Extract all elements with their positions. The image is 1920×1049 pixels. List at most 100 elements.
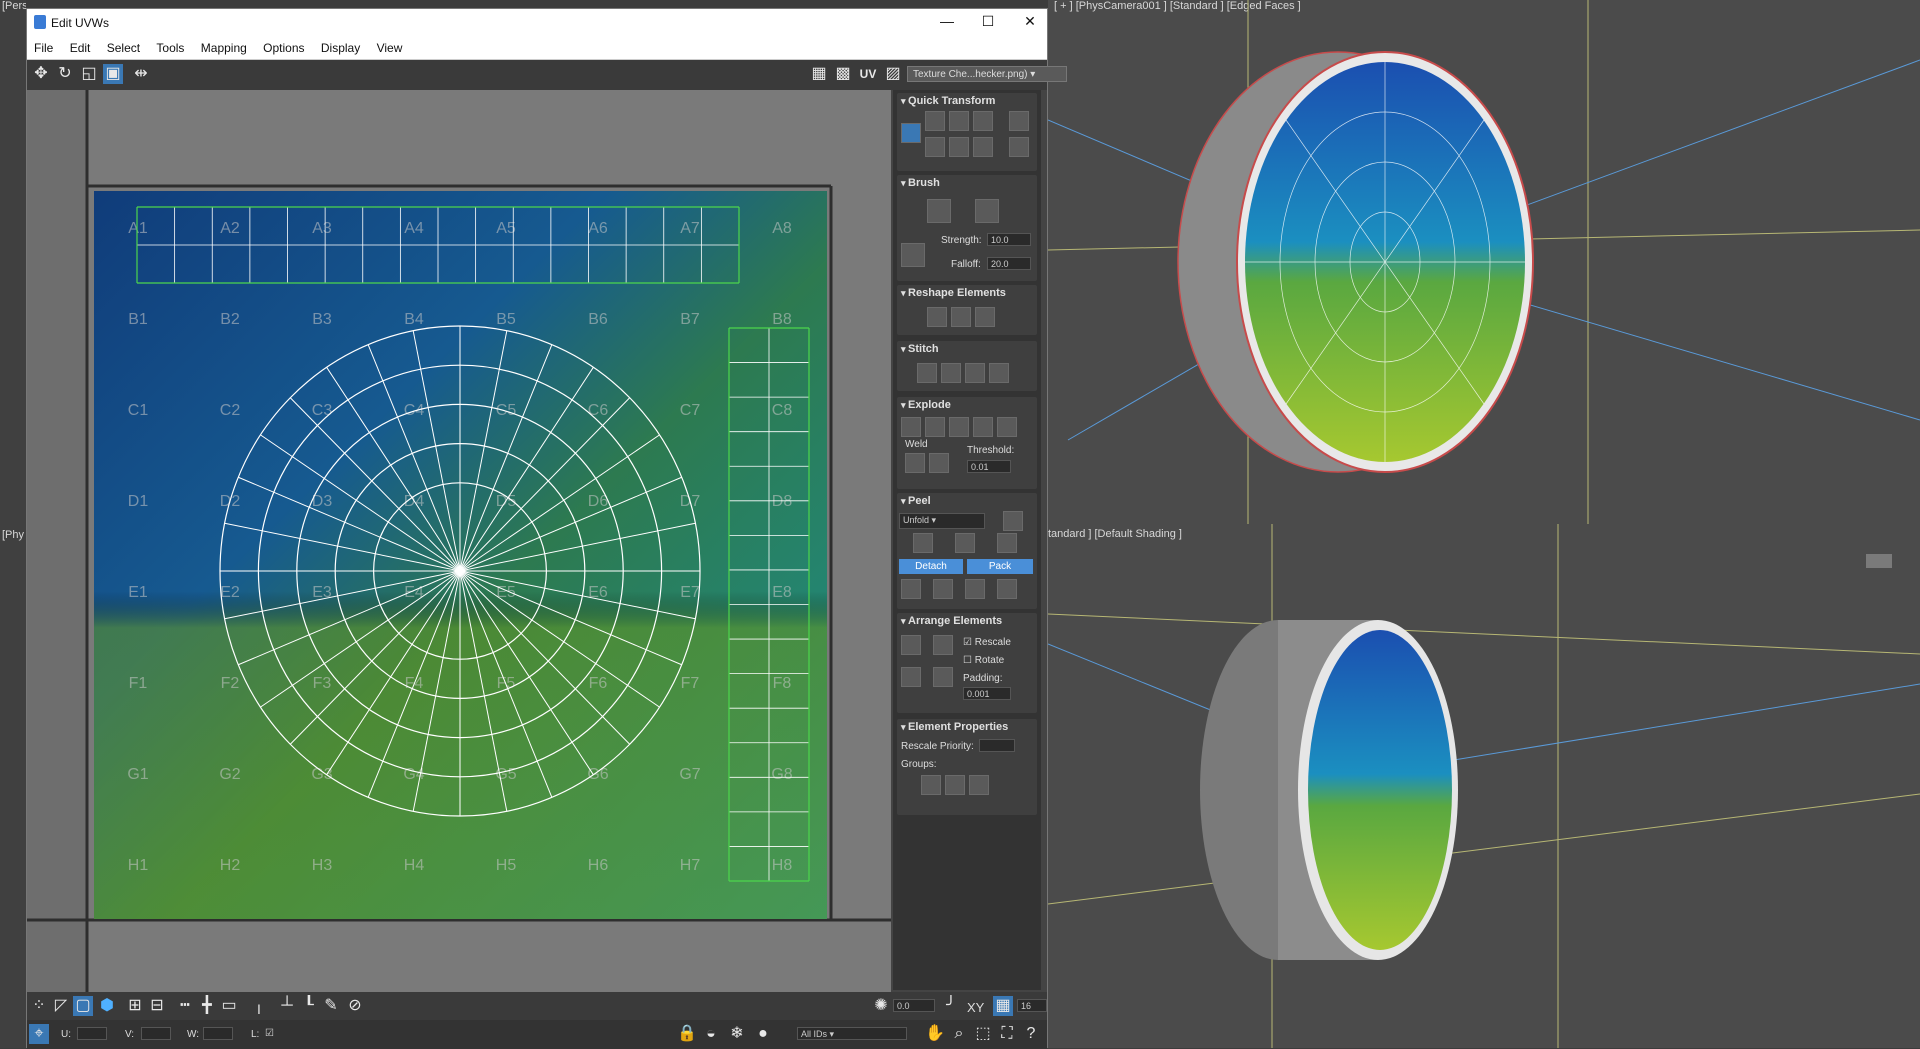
relax-brush-icon[interactable] xyxy=(975,199,999,223)
ids-dropdown[interactable]: All IDs ▾ xyxy=(797,1027,907,1040)
seam-loop-icon[interactable] xyxy=(965,579,985,599)
space-horizontal-icon[interactable] xyxy=(949,137,969,157)
seam-point-icon[interactable] xyxy=(901,579,921,599)
element-mode-icon[interactable]: ⬢ xyxy=(97,996,117,1016)
uv-canvas[interactable]: A1 A2 A3 A4 A5 A6 A7 A8 B1 B2 B3 B4 B5 B6 B7 B8 C1 C2 C3 C4… xyxy=(27,90,891,992)
brush-line-icon[interactable] xyxy=(901,243,925,267)
stitch-target-icon[interactable] xyxy=(941,363,961,383)
pack-normalize-icon[interactable] xyxy=(901,667,921,687)
pack-custom-icon[interactable] xyxy=(901,635,921,655)
strength-field[interactable]: 10.0 xyxy=(987,233,1031,246)
peel-mode-dropdown[interactable]: Unfold ▾ xyxy=(899,513,985,529)
weld-selected-icon[interactable] xyxy=(929,453,949,473)
rotate-checkbox[interactable]: ☐ Rotate xyxy=(963,655,1004,666)
space-vertical-icon[interactable] xyxy=(949,111,969,131)
scale-icon[interactable]: ◱ xyxy=(79,64,99,84)
ring-select-icon[interactable]: ╋ xyxy=(197,996,217,1016)
shrink-selection-icon[interactable]: ⊟ xyxy=(147,996,167,1016)
weld-target-icon[interactable] xyxy=(905,453,925,473)
help-icon[interactable]: ? xyxy=(1021,1024,1041,1044)
texture-dropdown[interactable]: Texture Che...hecker.png) ▾ xyxy=(907,66,1067,82)
rollout-title[interactable]: Brush xyxy=(901,177,940,189)
straighten-icon[interactable] xyxy=(927,307,947,327)
rollout-title[interactable]: Arrange Elements xyxy=(901,615,1002,627)
grid-size-field[interactable]: 16 xyxy=(1017,999,1047,1012)
flatten-by-polygon-icon[interactable] xyxy=(949,417,969,437)
title-bar[interactable]: Edit UVWs — ☐ ✕ xyxy=(27,9,1047,37)
pin-icon[interactable]: ╷ xyxy=(249,996,269,1016)
group-add-icon[interactable] xyxy=(921,775,941,795)
seam-edge-icon[interactable] xyxy=(933,579,953,599)
rescale-checkbox[interactable]: ☑ Rescale xyxy=(963,637,1011,648)
lock-icon[interactable]: 🔒 xyxy=(677,1024,697,1044)
uv-editor-grid[interactable]: A1 A2 A3 A4 A5 A6 A7 A8B1 B2 B3 B4 B5 B6 B7 B8C1 C2 C3 C4… xyxy=(27,90,891,992)
menu-view[interactable]: View xyxy=(370,37,409,55)
seam-paint-icon[interactable] xyxy=(997,579,1017,599)
menu-select[interactable]: Select xyxy=(100,37,146,55)
viewport-camera[interactable]: [ + ] [PhysCamera001 ] [Standard ] [Edge… xyxy=(1048,0,1920,524)
v-field[interactable] xyxy=(141,1027,171,1040)
viewport-bottom[interactable]: tandard ] [Default Shading ] xyxy=(1048,524,1920,1048)
texture-icon[interactable]: ▨ xyxy=(883,64,903,84)
falloff-curve-icon[interactable]: ╯ xyxy=(941,996,961,1016)
rollout-title[interactable]: Explode xyxy=(901,399,951,411)
paint-brush-icon[interactable] xyxy=(927,199,951,223)
peel-options-icon[interactable] xyxy=(1003,511,1023,531)
zoom-icon[interactable]: ⌕ xyxy=(949,1024,969,1044)
menu-display[interactable]: Display xyxy=(314,37,366,55)
rollout-title[interactable]: Element Properties xyxy=(901,721,1008,733)
quick-peel-icon[interactable] xyxy=(913,533,933,553)
hide-icon[interactable]: ◒ xyxy=(701,1024,721,1044)
paint-select-icon[interactable]: ✎ xyxy=(321,996,341,1016)
stitch-source-icon[interactable] xyxy=(989,363,1009,383)
flatten-by-smoothing-icon[interactable] xyxy=(973,417,993,437)
rollout-title[interactable]: Quick Transform xyxy=(901,95,995,107)
align-horizontal-icon[interactable] xyxy=(925,111,945,131)
grow-selection-icon[interactable]: ⊞ xyxy=(125,996,145,1016)
rescale-priority-field[interactable] xyxy=(979,739,1015,752)
freeze-icon[interactable]: ❄ xyxy=(727,1024,747,1044)
menu-edit[interactable]: Edit xyxy=(63,37,97,55)
minimize-button[interactable]: — xyxy=(937,13,957,33)
rotate-ccw-icon[interactable] xyxy=(973,111,993,131)
move-icon[interactable]: ✥ xyxy=(31,64,51,84)
pack-button[interactable]: Pack xyxy=(967,559,1033,574)
peel-mode-icon[interactable] xyxy=(955,533,975,553)
u-field[interactable] xyxy=(77,1027,107,1040)
group-remove-icon[interactable] xyxy=(945,775,965,795)
filter-icon[interactable]: ● xyxy=(753,1024,773,1044)
vertex-mode-icon[interactable]: ⁘ xyxy=(29,996,49,1016)
relax-icon[interactable] xyxy=(951,307,971,327)
edit-uvws-window[interactable]: Edit UVWs — ☐ ✕ File Edit Select Tools M… xyxy=(26,8,1067,1049)
face-mode-icon[interactable]: ▢ xyxy=(73,996,93,1016)
close-button[interactable]: ✕ xyxy=(1020,13,1040,33)
snap-icon[interactable]: ✺ xyxy=(871,996,891,1016)
rollout-title[interactable]: Reshape Elements xyxy=(901,287,1006,299)
pivot-icon[interactable] xyxy=(901,123,921,143)
grid-snap-icon[interactable]: ▦ xyxy=(993,996,1013,1016)
zoom-region-icon[interactable]: ⬚ xyxy=(973,1024,993,1044)
mirror-icon[interactable]: ⇹ xyxy=(131,64,151,84)
flatten-by-material-icon[interactable] xyxy=(997,417,1017,437)
loop-select-icon[interactable]: ┅ xyxy=(175,996,195,1016)
threshold-field[interactable]: 0.01 xyxy=(967,460,1011,473)
zoom-extents-icon[interactable]: ⛶ xyxy=(997,1024,1017,1044)
l-checkbox[interactable]: ☑ xyxy=(265,1028,274,1039)
maximize-button[interactable]: ☐ xyxy=(978,13,998,33)
rollout-title[interactable]: Peel xyxy=(901,495,931,507)
align-grid-icon[interactable] xyxy=(1009,111,1029,131)
align-grid2-icon[interactable] xyxy=(1009,137,1029,157)
break-icon[interactable] xyxy=(901,417,921,437)
stitch-custom-icon[interactable] xyxy=(917,363,937,383)
falloff-field[interactable]: 20.0 xyxy=(987,257,1031,270)
checker-toggle-icon[interactable]: ▦ xyxy=(809,64,829,84)
uv-transform-icon[interactable]: ⌖ xyxy=(29,1024,49,1044)
flatten-icon[interactable] xyxy=(975,307,995,327)
pelt-map-icon[interactable] xyxy=(997,533,1017,553)
menu-file[interactable]: File xyxy=(27,37,59,55)
detach-button[interactable]: Detach xyxy=(899,559,963,574)
pan-icon[interactable]: ✋ xyxy=(925,1024,945,1044)
pack-recursive-icon[interactable] xyxy=(933,667,953,687)
stitch-average-icon[interactable] xyxy=(965,363,985,383)
freeform-icon[interactable]: ▣ xyxy=(103,64,123,84)
